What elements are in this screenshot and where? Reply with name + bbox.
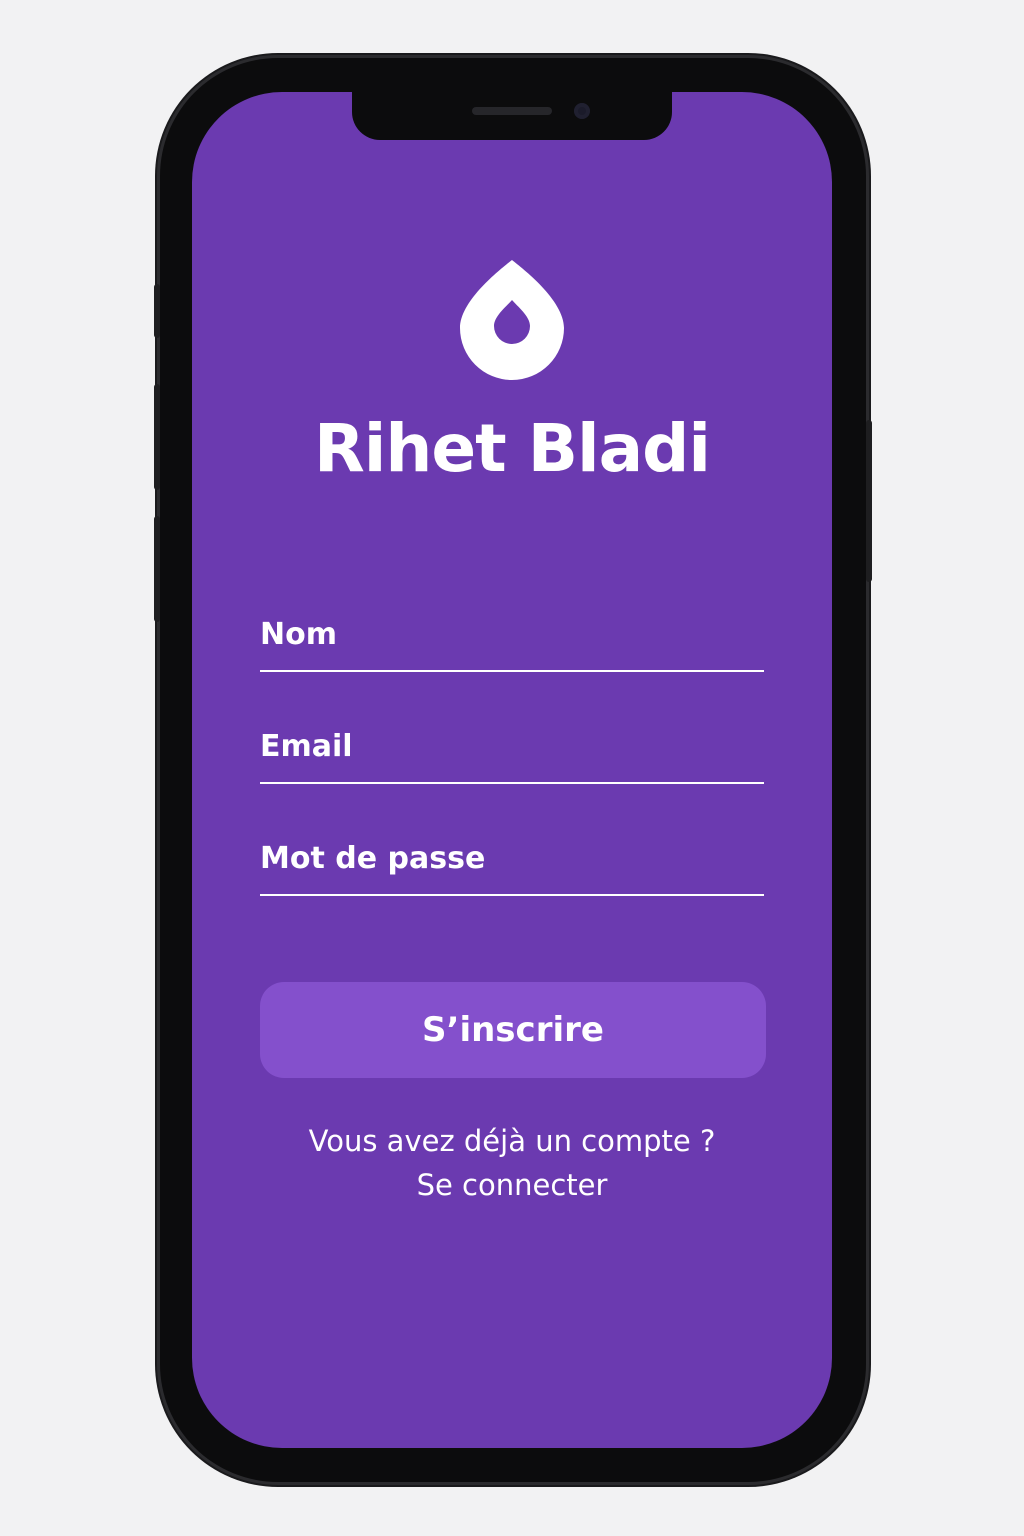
name-field[interactable]: Nom bbox=[260, 606, 764, 672]
volume-up-button bbox=[154, 384, 160, 490]
email-field-label: Email bbox=[260, 729, 353, 764]
name-field-label: Nom bbox=[260, 617, 337, 652]
account-prompt: Vous avez déjà un compte ? bbox=[308, 1124, 716, 1158]
notch bbox=[352, 92, 672, 140]
app-title: Rihet Bladi bbox=[313, 410, 711, 487]
speaker-grille bbox=[472, 107, 552, 115]
signup-screen: Rihet Bladi Nom Email Mot de passe S’ins… bbox=[192, 92, 832, 1448]
email-field[interactable]: Email bbox=[260, 718, 764, 784]
phone-frame: Rihet Bladi Nom Email Mot de passe S’ins… bbox=[154, 58, 872, 1482]
volume-down-button bbox=[154, 516, 160, 622]
front-camera bbox=[574, 103, 590, 119]
password-field-label: Mot de passe bbox=[260, 841, 486, 876]
login-link[interactable]: Se connecter bbox=[192, 1168, 832, 1202]
mute-switch bbox=[154, 284, 160, 338]
password-field[interactable]: Mot de passe bbox=[260, 830, 764, 896]
signup-button[interactable]: S’inscrire bbox=[260, 982, 766, 1078]
power-button bbox=[866, 420, 872, 582]
droplet-icon bbox=[460, 260, 564, 380]
